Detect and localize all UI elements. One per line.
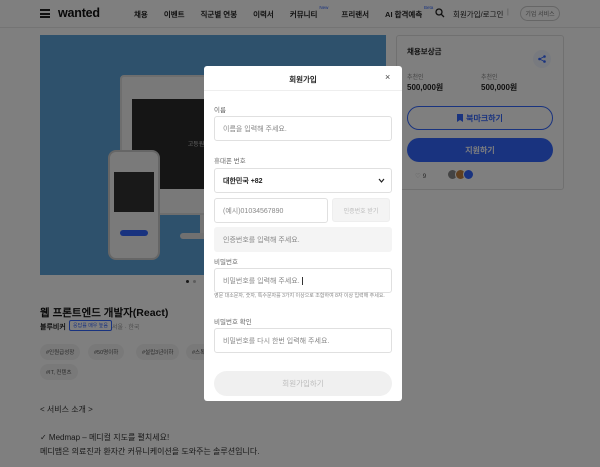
close-icon[interactable]: ×	[385, 73, 390, 82]
confirm-password-input[interactable]: 비밀번호를 다시 한번 입력해 주세요.	[214, 328, 392, 353]
modal-header-divider	[204, 90, 402, 91]
name-input[interactable]: 이름을 입력해 주세요.	[214, 116, 392, 141]
chevron-down-icon	[378, 178, 385, 183]
request-verification-button[interactable]: 인증번호 받기	[332, 198, 390, 222]
signup-submit-button[interactable]: 회원가입하기	[214, 371, 392, 396]
confirm-password-label: 비밀번호 확인	[214, 319, 252, 326]
modal-title: 회원가입	[289, 75, 317, 84]
password-label: 비밀번호	[214, 259, 238, 266]
phone-label: 휴대폰 번호	[214, 158, 246, 165]
signup-modal: 회원가입 × 이름 이름을 입력해 주세요. 휴대폰 번호 대한민국 +82 (…	[204, 66, 402, 401]
verification-code-input[interactable]: 인증번호를 입력해 주세요.	[214, 227, 392, 252]
text-cursor	[302, 277, 303, 285]
country-code-select[interactable]: 대한민국 +82	[214, 168, 392, 193]
password-hint: 영문 대소문자, 숫자, 특수문자를 3가지 이상으로 조합하여 8자 이상 입…	[214, 293, 385, 299]
country-code-value: 대한민국 +82	[223, 177, 263, 185]
name-label: 이름	[214, 107, 226, 114]
password-input[interactable]: 비밀번호를 입력해 주세요.	[214, 268, 392, 293]
phone-input[interactable]: (예시)01034567890	[214, 198, 328, 223]
